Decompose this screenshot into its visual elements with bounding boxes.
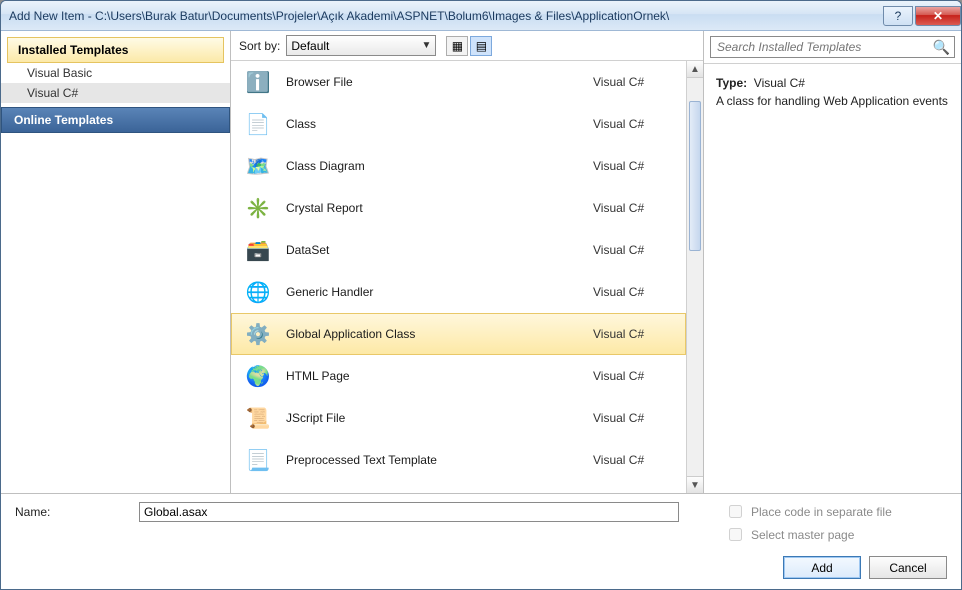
template-lang: Visual C# (593, 75, 673, 89)
select-master-label: Select master page (751, 528, 854, 542)
template-name: Generic Handler (286, 285, 579, 299)
template-row[interactable]: 🗺️ Class Diagram Visual C# (231, 145, 686, 187)
window-title: Add New Item - C:\Users\Burak Batur\Docu… (9, 9, 881, 23)
help-icon: ? (895, 9, 902, 23)
search-input[interactable] (715, 39, 933, 55)
chevron-down-icon: ▼ (421, 40, 431, 51)
template-lang: Visual C# (593, 327, 673, 341)
template-row[interactable]: 📄 Class Visual C# (231, 103, 686, 145)
scrollbar[interactable]: ▲ ▼ (686, 61, 703, 493)
template-lang: Visual C# (593, 201, 673, 215)
search-box[interactable]: 🔍 (710, 36, 955, 58)
categories-pane: Installed Templates Visual Basic Visual … (1, 31, 231, 493)
template-lang: Visual C# (593, 117, 673, 131)
template-row[interactable]: ✳️ Crystal Report Visual C# (231, 187, 686, 229)
category-visual-csharp[interactable]: Visual C# (1, 83, 230, 103)
template-row[interactable]: 📃 Preprocessed Text Template Visual C# (231, 439, 686, 481)
template-name: Preprocessed Text Template (286, 453, 579, 467)
template-name: JScript File (286, 411, 579, 425)
template-lang: Visual C# (593, 369, 673, 383)
toolbar: Sort by: Default ▼ ▦ ▤ (231, 31, 703, 61)
category-visual-basic[interactable]: Visual Basic (1, 63, 230, 83)
template-icon: ℹ️ (244, 68, 272, 96)
type-label: Type: (716, 76, 747, 90)
view-medium-icons-button[interactable]: ▤ (470, 36, 492, 56)
view-small-icons-button[interactable]: ▦ (446, 36, 468, 56)
dialog-window: Add New Item - C:\Users\Burak Batur\Docu… (0, 0, 962, 590)
details-pane: 🔍 Type: Visual C# A class for handling W… (703, 31, 961, 493)
template-row[interactable]: 🗃️ DataSet Visual C# (231, 229, 686, 271)
template-name: Browser File (286, 75, 579, 89)
template-description: Type: Visual C# A class for handling Web… (704, 64, 961, 120)
template-name: Global Application Class (286, 327, 579, 341)
help-button[interactable]: ? (883, 6, 913, 26)
template-lang: Visual C# (593, 285, 673, 299)
template-icon: ✳️ (244, 194, 272, 222)
sort-dropdown[interactable]: Default ▼ (286, 35, 436, 56)
add-button[interactable]: Add (783, 556, 861, 579)
template-icon: 📃 (244, 446, 272, 474)
installed-templates-header[interactable]: Installed Templates (7, 37, 224, 63)
template-icon: 🌍 (244, 362, 272, 390)
sort-value: Default (291, 39, 329, 53)
description-text: A class for handling Web Application eve… (716, 94, 948, 108)
template-icon: 📄 (244, 110, 272, 138)
template-name: Class Diagram (286, 159, 579, 173)
template-row[interactable]: ℹ️ Browser File Visual C# (231, 61, 686, 103)
template-icon: 🗺️ (244, 152, 272, 180)
template-name: HTML Page (286, 369, 579, 383)
grid-medium-icon: ▤ (476, 39, 487, 53)
scroll-up-icon[interactable]: ▲ (687, 61, 703, 78)
template-name: Crystal Report (286, 201, 579, 215)
title-bar[interactable]: Add New Item - C:\Users\Burak Batur\Docu… (1, 1, 961, 31)
grid-small-icon: ▦ (452, 39, 463, 53)
template-name: Class (286, 117, 579, 131)
place-code-checkbox: Place code in separate file (725, 502, 947, 521)
online-templates-header[interactable]: Online Templates (1, 107, 230, 133)
template-row[interactable]: ⚙️ Global Application Class Visual C# (231, 313, 686, 355)
template-icon: ⚙️ (244, 320, 272, 348)
close-icon: ✕ (933, 9, 943, 23)
cancel-button[interactable]: Cancel (869, 556, 947, 579)
sort-label: Sort by: (239, 39, 280, 53)
select-master-check-input (729, 528, 742, 541)
type-value: Visual C# (754, 76, 805, 90)
dialog-body: Installed Templates Visual Basic Visual … (1, 31, 961, 493)
template-lang: Visual C# (593, 159, 673, 173)
search-icon[interactable]: 🔍 (933, 39, 950, 56)
template-row[interactable]: 📜 JScript File Visual C# (231, 397, 686, 439)
select-master-checkbox: Select master page (725, 525, 947, 544)
template-icon: 📜 (244, 404, 272, 432)
template-lang: Visual C# (593, 411, 673, 425)
template-icon: 🗃️ (244, 236, 272, 264)
close-button[interactable]: ✕ (915, 6, 961, 26)
templates-pane: Sort by: Default ▼ ▦ ▤ ℹ️ Browser File Vis… (231, 31, 703, 493)
scroll-thumb[interactable] (689, 101, 701, 251)
template-lang: Visual C# (593, 453, 673, 467)
scroll-down-icon[interactable]: ▼ (687, 476, 703, 493)
place-code-check-input (729, 505, 742, 518)
template-name: DataSet (286, 243, 579, 257)
place-code-label: Place code in separate file (751, 505, 892, 519)
template-list: ℹ️Browser FileVisual C#📄ClassVisual C#🗺️… (231, 61, 703, 493)
name-input[interactable] (139, 502, 679, 522)
template-icon: 🌐 (244, 278, 272, 306)
bottom-bar: Name: Place code in separate file Select… (1, 493, 961, 589)
name-label: Name: (15, 505, 125, 519)
template-lang: Visual C# (593, 243, 673, 257)
template-row[interactable]: 🌍 HTML Page Visual C# (231, 355, 686, 397)
template-row[interactable]: 🌐 Generic Handler Visual C# (231, 271, 686, 313)
